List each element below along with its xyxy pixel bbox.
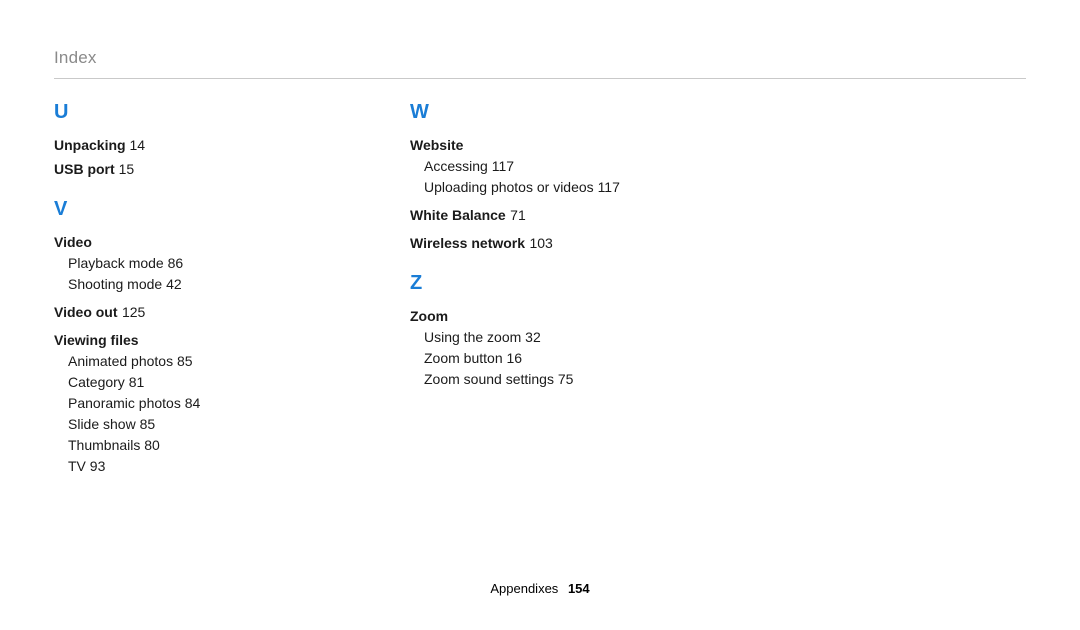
entry-white-balance[interactable]: White Balance 71 bbox=[410, 204, 670, 226]
entry-zoom-sound-settings[interactable]: Zoom sound settings 75 bbox=[410, 369, 670, 390]
column-2: W Website Accessing 117 Uploading photos… bbox=[410, 101, 670, 390]
entry-label: Thumbnails bbox=[68, 437, 140, 453]
section-u: U Unpacking 14 USB port 15 bbox=[54, 101, 314, 180]
entry-animated-photos[interactable]: Animated photos 85 bbox=[54, 351, 314, 372]
entry-label: Zoom button bbox=[424, 350, 503, 366]
entry-page: 16 bbox=[507, 350, 523, 366]
group-video: Video Playback mode 86 Shooting mode 42 bbox=[54, 231, 314, 295]
heading-zoom: Zoom bbox=[410, 305, 670, 327]
group-website: Website Accessing 117 Uploading photos o… bbox=[410, 134, 670, 198]
entry-slide-show[interactable]: Slide show 85 bbox=[54, 414, 314, 435]
entry-page: 103 bbox=[529, 235, 552, 251]
entry-label: Slide show bbox=[68, 416, 136, 432]
group-viewing-files: Viewing files Animated photos 85 Categor… bbox=[54, 329, 314, 477]
entry-label: Category bbox=[68, 374, 125, 390]
index-page: Index U Unpacking 14 USB port 15 V V bbox=[0, 0, 1080, 630]
entry-page: 71 bbox=[510, 207, 526, 223]
column-1: U Unpacking 14 USB port 15 V Video Playb… bbox=[54, 101, 314, 477]
entry-page: 80 bbox=[144, 437, 160, 453]
entry-unpacking[interactable]: Unpacking 14 bbox=[54, 134, 314, 156]
index-letter-v: V bbox=[54, 198, 314, 221]
entry-uploading[interactable]: Uploading photos or videos 117 bbox=[410, 177, 670, 198]
entry-usb-port[interactable]: USB port 15 bbox=[54, 158, 314, 180]
index-columns: U Unpacking 14 USB port 15 V Video Playb… bbox=[54, 101, 1026, 477]
entry-label: Wireless network bbox=[410, 235, 525, 251]
entry-label: Unpacking bbox=[54, 137, 126, 153]
heading-website: Website bbox=[410, 134, 670, 156]
entry-page: 84 bbox=[185, 395, 201, 411]
section-z: Z Zoom Using the zoom 32 Zoom button 16 … bbox=[410, 272, 670, 390]
index-letter-w: W bbox=[410, 101, 670, 124]
index-letter-u: U bbox=[54, 101, 314, 124]
entry-page: 86 bbox=[168, 255, 184, 271]
entry-page: 125 bbox=[122, 304, 145, 320]
entry-page: 85 bbox=[177, 353, 193, 369]
heading-video: Video bbox=[54, 231, 314, 253]
entry-label: Shooting mode bbox=[68, 276, 162, 292]
entry-label: Using the zoom bbox=[424, 329, 521, 345]
entry-zoom-button[interactable]: Zoom button 16 bbox=[410, 348, 670, 369]
footer-page-number: 154 bbox=[568, 581, 590, 596]
group-zoom: Zoom Using the zoom 32 Zoom button 16 Zo… bbox=[410, 305, 670, 390]
entry-label: USB port bbox=[54, 161, 115, 177]
entry-page: 32 bbox=[525, 329, 541, 345]
entry-using-the-zoom[interactable]: Using the zoom 32 bbox=[410, 327, 670, 348]
entry-playback-mode[interactable]: Playback mode 86 bbox=[54, 253, 314, 274]
entry-wireless-network[interactable]: Wireless network 103 bbox=[410, 232, 670, 254]
entry-page: 15 bbox=[119, 161, 135, 177]
entry-page: 75 bbox=[558, 371, 574, 387]
entry-page: 93 bbox=[90, 458, 106, 474]
heading-viewing-files: Viewing files bbox=[54, 329, 314, 351]
entry-accessing[interactable]: Accessing 117 bbox=[410, 156, 670, 177]
entry-page: 117 bbox=[598, 179, 620, 195]
entry-label: Zoom sound settings bbox=[424, 371, 554, 387]
entry-shooting-mode[interactable]: Shooting mode 42 bbox=[54, 274, 314, 295]
entry-label: Playback mode bbox=[68, 255, 164, 271]
entry-panoramic-photos[interactable]: Panoramic photos 84 bbox=[54, 393, 314, 414]
footer-section: Appendixes bbox=[490, 581, 558, 596]
entry-page: 81 bbox=[129, 374, 145, 390]
section-w: W Website Accessing 117 Uploading photos… bbox=[410, 101, 670, 254]
entry-page: 42 bbox=[166, 276, 182, 292]
entry-page: 14 bbox=[129, 137, 145, 153]
entry-label: Accessing bbox=[424, 158, 488, 174]
entry-category[interactable]: Category 81 bbox=[54, 372, 314, 393]
entry-label: Video out bbox=[54, 304, 118, 320]
entry-page: 117 bbox=[492, 158, 514, 174]
entry-label: TV bbox=[68, 458, 86, 474]
page-title: Index bbox=[54, 48, 1026, 79]
section-v: V Video Playback mode 86 Shooting mode 4… bbox=[54, 198, 314, 477]
entry-label: Uploading photos or videos bbox=[424, 179, 594, 195]
entry-video-out[interactable]: Video out 125 bbox=[54, 301, 314, 323]
entry-tv[interactable]: TV 93 bbox=[54, 456, 314, 477]
entry-label: Panoramic photos bbox=[68, 395, 181, 411]
entry-page: 85 bbox=[140, 416, 156, 432]
entry-label: White Balance bbox=[410, 207, 506, 223]
entry-thumbnails[interactable]: Thumbnails 80 bbox=[54, 435, 314, 456]
index-letter-z: Z bbox=[410, 272, 670, 295]
footer: Appendixes 154 bbox=[0, 581, 1080, 596]
entry-label: Animated photos bbox=[68, 353, 173, 369]
